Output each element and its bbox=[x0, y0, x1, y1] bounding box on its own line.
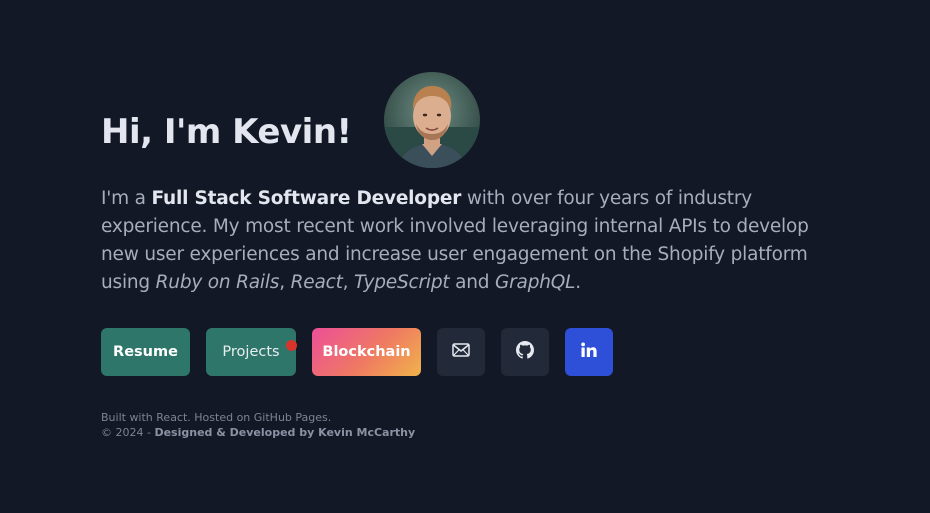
mail-icon bbox=[452, 343, 470, 361]
hero: Hi, I'm Kevin! bbox=[101, 72, 480, 168]
projects-button[interactable]: Projects bbox=[206, 328, 297, 376]
projects-button-label: Projects bbox=[222, 344, 280, 360]
page-title: Hi, I'm Kevin! bbox=[101, 112, 352, 152]
tech-graphql: GraphQL bbox=[495, 272, 576, 293]
footer-credit: Designed & Developed by Kevin McCarthy bbox=[154, 426, 416, 439]
intro-separator: , bbox=[342, 272, 354, 293]
footer: Built with React. Hosted on GitHub Pages… bbox=[101, 410, 415, 440]
footer-built-with: Built with React. Hosted on GitHub Pages… bbox=[101, 411, 332, 424]
linkedin-button[interactable] bbox=[565, 328, 613, 376]
avatar bbox=[383, 72, 480, 168]
notification-dot bbox=[286, 340, 297, 351]
page: Hi, I'm Kevin! I'm a Full Stack Software… bbox=[0, 0, 930, 513]
intro-paragraph: I'm a Full Stack Software Developer with… bbox=[101, 185, 841, 297]
intro-role: Full Stack Software Developer bbox=[151, 188, 462, 209]
action-buttons: Resume Projects Blockchain bbox=[101, 328, 613, 376]
resume-button[interactable]: Resume bbox=[101, 328, 190, 376]
tech-ruby-on-rails: Ruby on Rails bbox=[155, 272, 280, 293]
intro-text: . bbox=[575, 272, 581, 293]
copyright-text: © 2024 - bbox=[101, 426, 155, 439]
linkedin-icon bbox=[580, 341, 598, 363]
email-button[interactable] bbox=[437, 328, 485, 376]
intro-separator: , bbox=[279, 272, 291, 293]
intro-text: I'm a bbox=[101, 188, 152, 209]
intro-separator: and bbox=[449, 272, 496, 293]
tech-typescript: TypeScript bbox=[354, 272, 450, 293]
tech-react: React bbox=[290, 272, 343, 293]
github-icon bbox=[516, 341, 534, 363]
footer-copyright: © 2024 - Designed & Developed by Kevin M… bbox=[101, 425, 415, 440]
blockchain-button[interactable]: Blockchain bbox=[312, 328, 421, 376]
github-button[interactable] bbox=[501, 328, 549, 376]
